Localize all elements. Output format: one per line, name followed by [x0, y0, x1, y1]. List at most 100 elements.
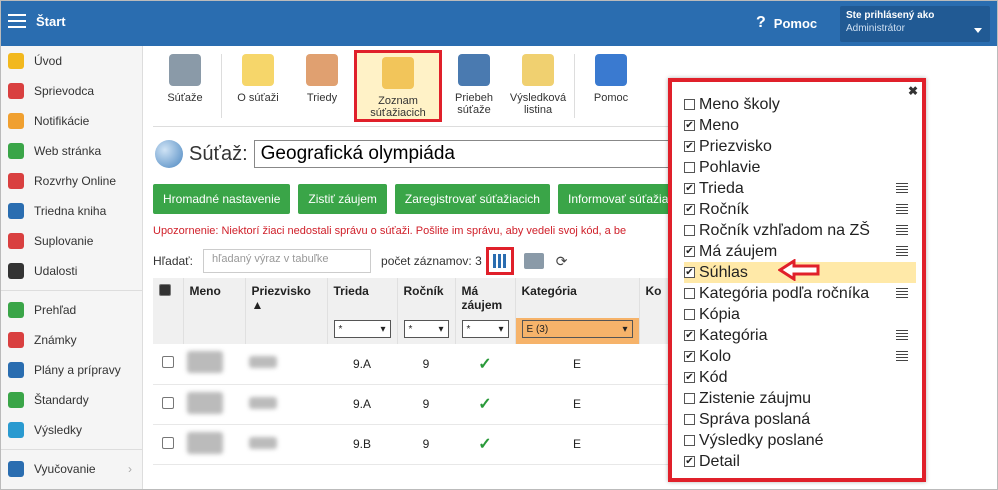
column-option[interactable]: ✔ Priezvisko [684, 136, 916, 157]
column-option[interactable]: ✔ Kategória [684, 325, 916, 346]
column-checkbox[interactable]: ✔ [684, 246, 695, 257]
zaujem-filter[interactable]: * ▾ [461, 320, 509, 338]
column-checkbox[interactable]: ✔ [684, 120, 695, 131]
toolbar-button[interactable]: Pomoc [579, 50, 643, 122]
search-input[interactable]: hľadaný výraz v tabuľke [203, 249, 372, 273]
menu-icon[interactable] [8, 14, 26, 28]
row-checkbox[interactable] [162, 396, 174, 409]
columns-button[interactable] [485, 247, 514, 275]
sidebar-item[interactable]: Notifikácie [0, 106, 142, 136]
drag-handle-icon[interactable] [896, 246, 908, 258]
sidebar-item[interactable]: Známky [0, 325, 142, 355]
print-icon[interactable] [523, 253, 544, 269]
sidebar-item[interactable]: Úvod [0, 46, 142, 76]
sidebar-item[interactable]: Udalosti [0, 256, 142, 286]
column-checkbox[interactable]: ✔ [684, 267, 695, 278]
drag-handle-icon[interactable] [896, 183, 908, 195]
column-checkbox[interactable]: ✔ [684, 141, 695, 152]
column-option[interactable]: ✔ Detail [684, 451, 916, 472]
contest-select[interactable]: Geografická olympiáda [253, 140, 674, 168]
drag-handle-icon[interactable] [896, 288, 908, 300]
column-option[interactable]: Kategória podľa ročníka [684, 283, 916, 304]
column-checkbox[interactable] [684, 162, 695, 173]
column-checkbox[interactable]: ✔ [684, 351, 695, 362]
table-row[interactable]: 9.B 9 ✓ E [153, 424, 673, 465]
column-option[interactable]: Výsledky poslané [684, 430, 916, 451]
column-checkbox[interactable] [684, 309, 695, 320]
column-checkbox[interactable] [684, 225, 695, 236]
toolbar-button[interactable]: Výsledková listina [506, 50, 570, 122]
column-checkbox[interactable] [684, 393, 695, 404]
column-option[interactable]: Správa poslaná [684, 409, 916, 430]
globe-icon [155, 140, 183, 168]
sidebar-item[interactable]: Plány a prípravy [0, 355, 142, 385]
header-rocnik[interactable]: Ročník [397, 278, 456, 318]
row-checkbox[interactable] [162, 436, 174, 449]
sidebar-item[interactable]: Prehľad [0, 295, 142, 325]
column-option[interactable]: Ročník vzhľadom na ZŠ [684, 220, 916, 241]
action-button[interactable]: Zaregistrovať súťažiacich [394, 184, 550, 214]
header-priezvisko[interactable]: Priezvisko ▲ [245, 278, 328, 318]
column-checkbox[interactable]: ✔ [684, 372, 695, 383]
column-checkbox[interactable]: ✔ [684, 330, 695, 341]
user-menu[interactable]: Ste prihlásený ako Administrátor [840, 6, 990, 42]
trieda-filter[interactable]: * ▾ [333, 320, 391, 338]
header-kategoria[interactable]: Kategória [515, 278, 640, 318]
column-checkbox[interactable]: ✔ [684, 456, 695, 467]
toolbar-button[interactable]: O súťaži [226, 50, 290, 122]
sidebar-item[interactable]: Suplovanie [0, 226, 142, 256]
sidebar-item[interactable]: Štandardy [0, 385, 142, 415]
select-all-checkbox[interactable] [159, 284, 171, 296]
column-option[interactable]: Zistenie záujmu [684, 388, 916, 409]
toolbar-button[interactable]: Triedy [290, 50, 354, 122]
column-option[interactable]: ✔ Ročník [684, 199, 916, 220]
rocnik-filter[interactable]: * ▾ [403, 320, 449, 338]
sidebar-item[interactable]: Sprievodca [0, 76, 142, 106]
table-row[interactable]: 9.A 9 ✓ E [153, 384, 673, 425]
column-checkbox[interactable] [684, 99, 695, 110]
contest-label: Súťaž: [189, 142, 248, 165]
toolbar-button[interactable]: Súťaže [153, 50, 217, 122]
column-option[interactable]: ✔ Kolo [684, 346, 916, 367]
column-option[interactable]: ✔ Kód [684, 367, 916, 388]
action-button[interactable]: Zistiť záujem [298, 184, 387, 214]
header-ma-zaujem[interactable]: Má záujem [455, 278, 516, 318]
cell-kategoria: E [515, 344, 639, 385]
toolbar-button[interactable]: Zoznam súťažiacich [354, 50, 442, 122]
action-button[interactable]: Informovať súťažia [557, 184, 679, 214]
column-checkbox[interactable]: ✔ [684, 183, 695, 194]
column-option[interactable]: ✔ Trieda [684, 178, 916, 199]
warning-text: Upozornenie: Niektorí žiaci nedostali sp… [153, 225, 627, 237]
column-checkbox[interactable] [684, 414, 695, 425]
sidebar-item[interactable]: Vyučovanie › [0, 454, 142, 484]
action-button[interactable]: Hromadné nastavenie [153, 184, 291, 214]
sidebar-item[interactable]: Rozvrhy Online [0, 166, 142, 196]
row-checkbox[interactable] [162, 356, 174, 369]
column-checkbox[interactable] [684, 288, 695, 299]
select-all-header[interactable] [153, 278, 184, 318]
drag-handle-icon[interactable] [896, 225, 908, 237]
drag-handle-icon[interactable] [896, 204, 908, 216]
column-option[interactable]: Pohlavie [684, 157, 916, 178]
sidebar-item[interactable]: Triedna kniha [0, 196, 142, 226]
app-title[interactable]: Štart [36, 14, 66, 29]
drag-handle-icon[interactable] [896, 351, 908, 363]
column-option[interactable]: ✔ Meno [684, 115, 916, 136]
toolbar-button[interactable]: Priebeh súťaže [442, 50, 506, 122]
sidebar-item[interactable]: Výsledky [0, 415, 142, 445]
column-option[interactable]: Kópia [684, 304, 916, 325]
drag-handle-icon[interactable] [896, 330, 908, 342]
refresh-icon[interactable]: ⟳ [556, 253, 568, 270]
kategoria-filter[interactable]: E (3) ▾ [521, 320, 633, 338]
header-trieda[interactable]: Trieda [327, 278, 398, 318]
sidebar-item[interactable]: Web stránka [0, 136, 142, 166]
blurred-surname [249, 436, 277, 449]
column-checkbox[interactable]: ✔ [684, 204, 695, 215]
header-meno[interactable]: Meno [183, 278, 246, 318]
cell-rocnik: 9 [397, 344, 455, 385]
help-link[interactable]: ? Pomoc [756, 14, 817, 32]
sidebar-icon [8, 83, 24, 99]
column-option[interactable]: Meno školy [684, 94, 916, 115]
table-row[interactable]: 9.A 9 ✓ E [153, 344, 673, 385]
column-checkbox[interactable] [684, 435, 695, 446]
